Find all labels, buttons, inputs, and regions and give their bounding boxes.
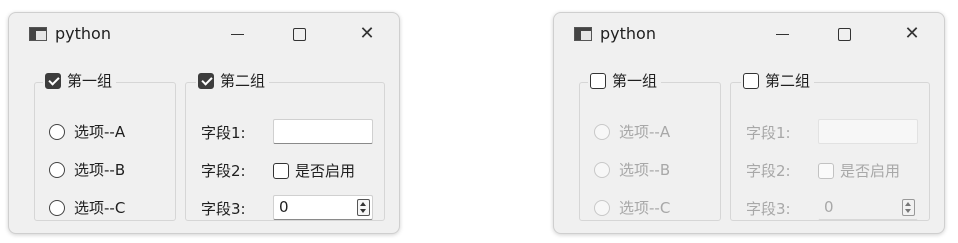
group2-title: 第二组 bbox=[765, 72, 811, 90]
radio-option-b[interactable]: 选项--B bbox=[49, 159, 125, 180]
close-icon: ✕ bbox=[904, 23, 920, 44]
window-title: python bbox=[55, 24, 111, 43]
spinbox-buttons[interactable] bbox=[357, 199, 370, 216]
radio-label: 选项--B bbox=[74, 161, 126, 179]
spinbox-buttons bbox=[902, 199, 915, 216]
close-icon: ✕ bbox=[359, 23, 375, 44]
checkbox-checked-icon[interactable] bbox=[45, 72, 61, 89]
radio-option-a[interactable]: 选项--A bbox=[49, 121, 125, 142]
radio-option-b: 选项--B bbox=[594, 159, 670, 180]
maximize-button[interactable] bbox=[277, 19, 321, 49]
radio-label: 选项--C bbox=[619, 199, 671, 217]
maximize-button[interactable] bbox=[822, 19, 866, 49]
radio-icon bbox=[594, 123, 610, 140]
field3-spinbox: 0 bbox=[818, 195, 918, 220]
group2-title: 第二组 bbox=[220, 72, 266, 90]
app-window-icon bbox=[29, 27, 47, 41]
field3-label: 字段3: bbox=[746, 200, 791, 218]
minimize-button[interactable] bbox=[760, 19, 804, 49]
title-bar[interactable]: python ✕ bbox=[554, 13, 944, 55]
window-enabled: python ✕ 第一组 选项--A 选项--B 选项--C 第二组 字段1: … bbox=[8, 12, 400, 234]
checkbox-icon bbox=[818, 162, 834, 179]
minimize-button[interactable] bbox=[215, 19, 259, 49]
enable-checkbox-label: 是否启用 bbox=[295, 162, 356, 180]
maximize-icon bbox=[837, 27, 851, 41]
radio-icon bbox=[594, 161, 610, 178]
checkbox-icon[interactable] bbox=[273, 162, 289, 179]
field2-label: 字段2: bbox=[201, 162, 246, 180]
radio-icon[interactable] bbox=[49, 123, 65, 140]
radio-option-a: 选项--A bbox=[594, 121, 670, 142]
radio-label: 选项--C bbox=[74, 199, 126, 217]
group2-checkbox[interactable]: 第二组 bbox=[196, 70, 270, 91]
radio-icon[interactable] bbox=[49, 199, 65, 216]
spinbox-value: 0 bbox=[824, 198, 834, 216]
field3-spinbox[interactable]: 0 bbox=[273, 195, 373, 220]
group-box-2: 第二组 字段1: 字段2: 是否启用 字段3: 0 bbox=[185, 70, 385, 221]
minimize-icon bbox=[230, 33, 244, 35]
checkbox-icon[interactable] bbox=[743, 72, 759, 89]
spin-up-icon[interactable] bbox=[360, 202, 366, 206]
close-button[interactable]: ✕ bbox=[890, 19, 934, 49]
field3-label: 字段3: bbox=[201, 200, 246, 218]
spin-down-icon[interactable] bbox=[360, 209, 366, 213]
radio-icon[interactable] bbox=[49, 161, 65, 178]
field1-input[interactable] bbox=[273, 119, 373, 144]
field1-label: 字段1: bbox=[201, 124, 246, 142]
close-button[interactable]: ✕ bbox=[345, 19, 389, 49]
enable-checkbox: 是否启用 bbox=[818, 160, 900, 181]
spin-up-icon bbox=[905, 202, 911, 206]
group2-checkbox[interactable]: 第二组 bbox=[741, 70, 815, 91]
app-window-icon bbox=[574, 27, 592, 41]
radio-icon bbox=[594, 199, 610, 216]
group-box-1: 第一组 选项--A 选项--B 选项--C bbox=[34, 70, 176, 221]
field1-input bbox=[818, 119, 918, 144]
group1-title: 第一组 bbox=[612, 72, 658, 90]
field1-label: 字段1: bbox=[746, 124, 791, 142]
radio-label: 选项--A bbox=[619, 123, 671, 141]
checkbox-checked-icon[interactable] bbox=[198, 72, 214, 89]
window-disabled: python ✕ 第一组 选项--A 选项--B 选项--C 第二组 字段1: … bbox=[553, 12, 945, 234]
radio-option-c: 选项--C bbox=[594, 197, 670, 218]
minimize-icon bbox=[775, 33, 789, 35]
title-bar[interactable]: python ✕ bbox=[9, 13, 399, 55]
group-box-2: 第二组 字段1: 字段2: 是否启用 字段3: 0 bbox=[730, 70, 930, 221]
group1-title: 第一组 bbox=[67, 72, 113, 90]
maximize-icon bbox=[292, 27, 306, 41]
window-title: python bbox=[600, 24, 656, 43]
spin-down-icon bbox=[905, 209, 911, 213]
radio-label: 选项--A bbox=[74, 123, 126, 141]
field2-label: 字段2: bbox=[746, 162, 791, 180]
group-box-1: 第一组 选项--A 选项--B 选项--C bbox=[579, 70, 721, 221]
group1-checkbox[interactable]: 第一组 bbox=[43, 70, 117, 91]
radio-label: 选项--B bbox=[619, 161, 671, 179]
enable-checkbox[interactable]: 是否启用 bbox=[273, 160, 355, 181]
spinbox-value: 0 bbox=[279, 198, 289, 216]
enable-checkbox-label: 是否启用 bbox=[840, 162, 901, 180]
group1-checkbox[interactable]: 第一组 bbox=[588, 70, 662, 91]
checkbox-icon[interactable] bbox=[590, 72, 606, 89]
radio-option-c[interactable]: 选项--C bbox=[49, 197, 125, 218]
